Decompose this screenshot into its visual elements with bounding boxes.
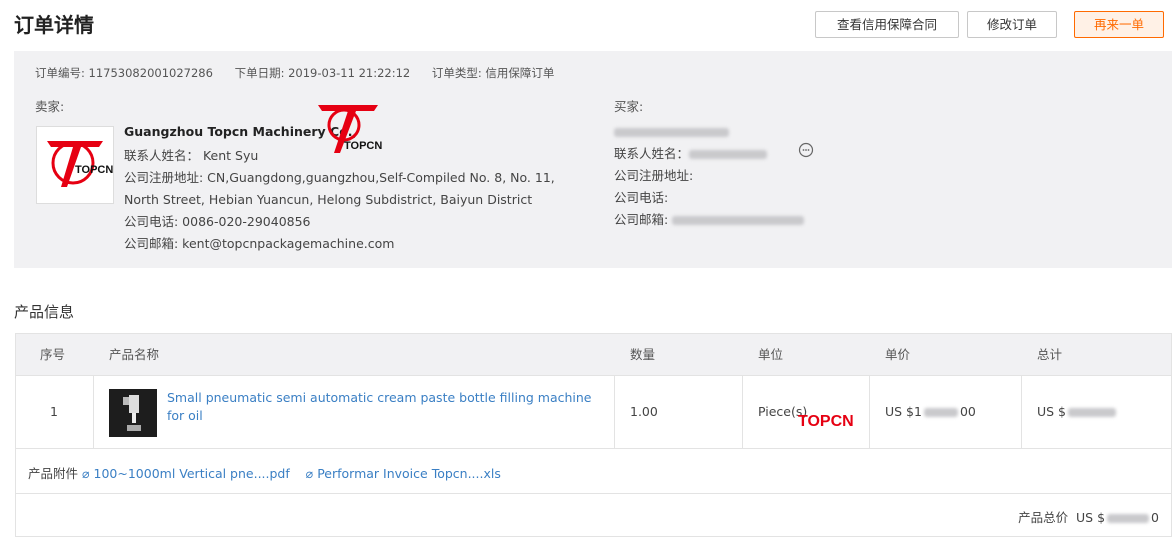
order-info-panel: 订单编号: 11753082001027286 下单日期: 2019-03-11…: [14, 51, 1172, 268]
order-meta: 订单编号: 11753082001027286 下单日期: 2019-03-11…: [35, 65, 572, 81]
buyer-phone: 公司电话:: [614, 190, 669, 205]
buyer-contact: 联系人姓名：: [614, 143, 804, 165]
product-table: 序号 产品名称 数量 单位 单价 总计 1 Small pneumatic se…: [15, 333, 1172, 537]
order-total: 产品总价 US $0: [1018, 510, 1159, 525]
topcn-watermark: TOPCN: [798, 413, 854, 430]
view-contract-button[interactable]: 查看信用保障合同: [815, 11, 959, 38]
attachments-label: 产品附件: [28, 466, 79, 481]
seller-details: 联系人姓名： Kent Syu 公司注册地址: CN,Guangdong,gua…: [124, 145, 574, 255]
buyer-email: 公司邮箱:: [614, 209, 805, 231]
paperclip-icon: ⌀: [305, 466, 314, 481]
attachment-pdf-link[interactable]: ⌀ 100~1000ml Vertical pne....pdf: [82, 466, 290, 481]
order-type: 订单类型: 信用保障订单: [431, 66, 555, 80]
filling-machine-image-icon: [123, 395, 141, 431]
row-total: US $: [1037, 404, 1117, 419]
order-number: 订单编号: 11753082001027286: [35, 66, 213, 80]
buyer-address: 公司注册地址:: [614, 168, 694, 183]
total-row: 产品总价 US $0: [16, 494, 1171, 536]
table-row: 1 Small pneumatic semi automatic cream p…: [16, 376, 1171, 449]
svg-text:TOPCN: TOPCN: [344, 140, 382, 152]
attachments: 产品附件 ⌀ 100~1000ml Vertical pne....pdf ⌀ …: [28, 463, 501, 482]
seller-label: 卖家:: [35, 99, 65, 114]
seller-phone: 公司电话: 0086-020-29040856: [124, 214, 311, 229]
row-quantity: 1.00: [630, 404, 658, 419]
column-header-index: 序号: [40, 347, 66, 362]
table-header: 序号 产品名称 数量 单位 单价 总计: [16, 334, 1171, 376]
topcn-stamp-icon: TOPCN: [318, 105, 382, 153]
column-header-unit: 单位: [758, 347, 784, 362]
page-title: 订单详情: [14, 13, 94, 37]
reorder-button[interactable]: 再来一单: [1074, 11, 1164, 38]
topcn-logo-icon: TOPCN: [47, 141, 113, 187]
row-index: 1: [50, 404, 58, 419]
seller-address: 公司注册地址: CN,Guangdong,guangzhou,Self-Comp…: [124, 170, 555, 207]
product-name-link[interactable]: Small pneumatic semi automatic cream pas…: [167, 389, 607, 425]
column-header-unit-price: 单价: [885, 347, 911, 362]
row-unit-price: US $1 00: [885, 404, 976, 419]
seller-logo: TOPCN: [36, 126, 114, 204]
product-thumbnail[interactable]: [109, 389, 157, 437]
column-header-name: 产品名称: [109, 347, 160, 362]
total-label: 产品总价: [1018, 510, 1069, 525]
svg-text:TOPCN: TOPCN: [75, 164, 113, 176]
paperclip-icon: ⌀: [82, 466, 90, 481]
attachment-xls-link[interactable]: ⌀ Performar Invoice Topcn....xls: [306, 466, 501, 481]
column-header-quantity: 数量: [630, 347, 656, 362]
seller-email: 公司邮箱: kent@topcnpackagemachine.com: [124, 236, 395, 251]
attachments-row: 产品附件 ⌀ 100~1000ml Vertical pne....pdf ⌀ …: [16, 449, 1171, 494]
column-header-total: 总计: [1037, 347, 1063, 362]
product-section-title: 产品信息: [14, 303, 75, 321]
buyer-label: 买家:: [614, 99, 644, 114]
modify-order-button[interactable]: 修改订单: [967, 11, 1057, 38]
order-date: 下单日期: 2019-03-11 21:22:12: [234, 66, 411, 80]
buyer-details: 联系人姓名： 公司注册地址: 公司电话: 公司邮箱:: [614, 121, 805, 231]
chat-icon[interactable]: [798, 142, 814, 158]
buyer-company-name: [614, 121, 804, 143]
